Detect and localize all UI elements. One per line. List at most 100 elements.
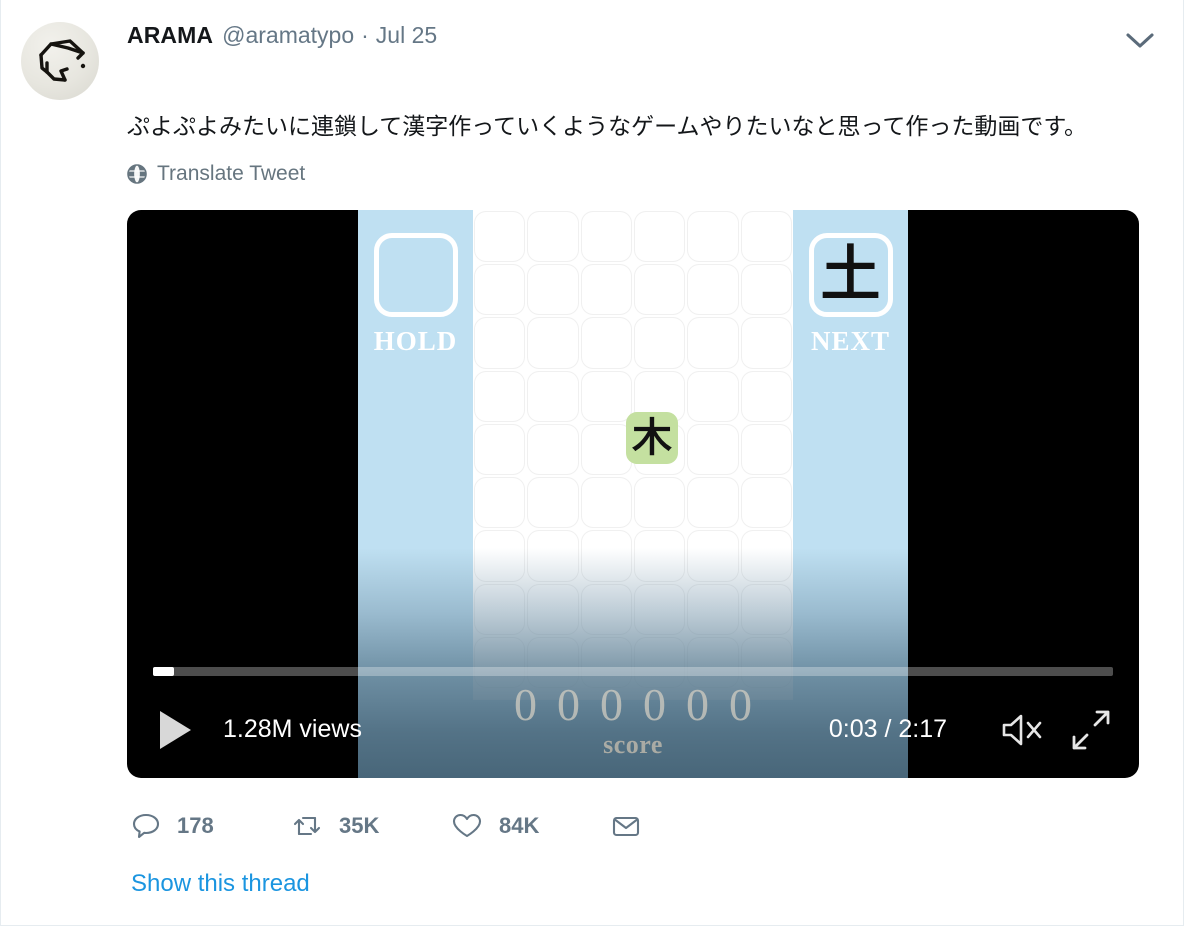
hold-label: HOLD	[373, 325, 458, 356]
next-piece-box: 土	[808, 232, 893, 317]
reply-action[interactable]: 178	[131, 811, 291, 841]
board-cell	[687, 423, 739, 476]
video-progress-fill	[153, 666, 175, 676]
display-name[interactable]: ARAMA	[127, 24, 213, 47]
board-cell	[740, 423, 792, 476]
fullscreen-button[interactable]	[1065, 707, 1117, 753]
board-cell	[687, 317, 739, 369]
tweet-date[interactable]: Jul 25	[376, 24, 437, 47]
like-action[interactable]: 84K	[451, 811, 611, 841]
board-cell	[527, 370, 579, 422]
board-cell	[580, 210, 632, 262]
board-cell	[687, 477, 739, 529]
board-cell	[474, 210, 526, 262]
board-cell	[527, 530, 579, 582]
board-cell	[633, 210, 686, 262]
show-thread-link[interactable]: Show this thread	[131, 870, 1163, 898]
board-cell	[527, 317, 579, 369]
heart-icon	[452, 813, 482, 837]
next-label: NEXT	[810, 325, 890, 356]
translate-tweet-label: Translate Tweet	[157, 161, 306, 185]
user-handle[interactable]: @aramatypo	[222, 24, 354, 47]
board-cell	[474, 263, 526, 316]
envelope-icon	[612, 816, 640, 836]
volume-muted-icon	[1002, 714, 1042, 745]
tweet-header-main: ARAMA @aramatypo · Jul 25	[99, 14, 1163, 47]
board-cell	[527, 583, 579, 636]
chevron-down-icon	[1126, 33, 1154, 48]
falling-piece: 木	[626, 411, 678, 464]
board-cell	[580, 530, 632, 582]
board-cell	[740, 263, 792, 316]
board-cell	[740, 530, 792, 582]
avatar-container[interactable]	[21, 14, 99, 100]
retweet-count: 35K	[339, 812, 380, 838]
board-cell	[474, 370, 526, 422]
reply-count: 178	[177, 812, 214, 838]
video-controls: 1.28M views 0:03 / 2:17	[127, 682, 1139, 778]
board-cell	[580, 583, 632, 636]
board-cell	[633, 317, 686, 369]
board-cell	[687, 530, 739, 582]
board-cell	[740, 637, 792, 689]
mute-button[interactable]	[997, 707, 1049, 753]
name-line: ARAMA @aramatypo · Jul 25	[127, 14, 1163, 47]
board-cell	[740, 583, 792, 636]
board-cell	[740, 210, 792, 262]
board-cell	[633, 530, 686, 582]
board-cell	[474, 530, 526, 582]
fullscreen-icon	[1072, 710, 1110, 750]
globe-icon	[127, 163, 147, 184]
board-cell	[580, 370, 632, 422]
tweet-actions: 178 35K 84K	[131, 804, 691, 848]
board-cell	[580, 317, 632, 369]
share-action[interactable]	[611, 812, 641, 840]
board-cell	[580, 263, 632, 316]
avatar[interactable]	[21, 22, 99, 100]
tweet-header: ARAMA @aramatypo · Jul 25	[21, 14, 1163, 100]
board-cell	[740, 317, 792, 369]
board-cell	[527, 210, 579, 262]
tweet-text: ぷよぷよみたいに連鎖して漢字作っていくようなゲームやりたいなと思って作った動画で…	[127, 113, 1088, 139]
tweet-card: ARAMA @aramatypo · Jul 25 ぷよぷよみたいに連鎖して漢字…	[0, 0, 1184, 926]
tweet-options-button[interactable]	[1123, 24, 1157, 58]
board-cell	[474, 423, 526, 476]
board-cell	[687, 583, 739, 636]
translate-tweet-button[interactable]: Translate Tweet	[127, 160, 1163, 188]
board-cell	[527, 477, 579, 529]
hold-piece-box	[373, 232, 458, 317]
falling-piece-glyph: 木	[632, 414, 672, 461]
board-cell	[527, 423, 579, 476]
retweet-action[interactable]: 35K	[291, 811, 451, 841]
board-cell	[740, 370, 792, 422]
board-cell	[687, 637, 739, 689]
avatar-artwork-icon	[39, 39, 86, 82]
video-views-label: 1.28M views	[223, 715, 362, 744]
board-cell	[633, 477, 686, 529]
board-cell	[527, 637, 579, 689]
board-cell	[687, 210, 739, 262]
board-cell	[740, 477, 792, 529]
board-cell	[580, 477, 632, 529]
next-piece-glyph: 土	[820, 239, 881, 310]
board-cell	[633, 263, 686, 316]
board-cell	[474, 317, 526, 369]
meta-separator: ·	[361, 22, 369, 48]
board-cell	[633, 637, 686, 689]
retweet-icon	[293, 816, 321, 835]
reply-icon	[132, 813, 160, 838]
board-cell	[580, 423, 632, 476]
like-count: 84K	[499, 812, 540, 838]
play-icon	[160, 710, 191, 749]
board-cell	[580, 637, 632, 689]
board-cell	[474, 583, 526, 636]
play-button[interactable]	[149, 704, 201, 756]
video-player[interactable]: HOLD 木 土 NEXT 000000 score 1.28M views 0…	[127, 209, 1139, 778]
video-time-label: 0:03 / 2:17	[828, 715, 947, 744]
board-cell	[633, 583, 686, 636]
board-cell	[527, 263, 579, 316]
video-progress-bar[interactable]	[153, 666, 1113, 676]
board-cell	[474, 477, 526, 529]
board-cell	[687, 263, 739, 316]
board-cell	[474, 637, 526, 689]
